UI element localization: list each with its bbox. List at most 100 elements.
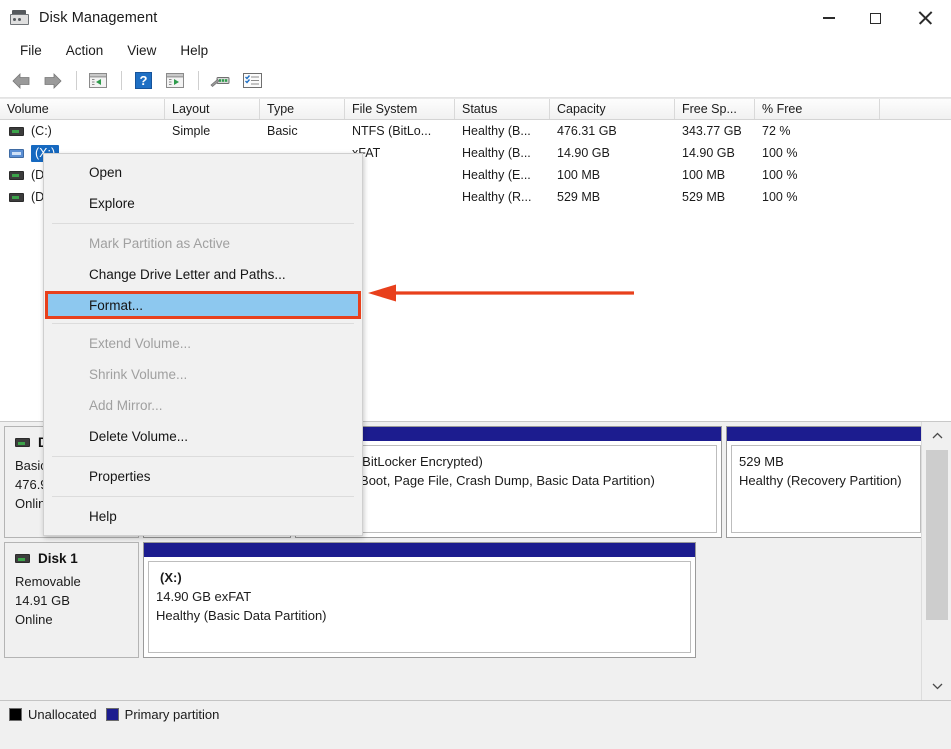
scroll-down-icon[interactable] (922, 672, 951, 700)
scrollbar-thumb[interactable] (926, 450, 948, 620)
cell-status: Healthy (R... (462, 190, 532, 204)
vertical-scrollbar[interactable] (921, 422, 951, 700)
context-menu-item-mark-partition-as-active: Mark Partition as Active (89, 236, 231, 251)
status-bar (0, 727, 951, 749)
legend-swatch-primary-partition (105, 707, 119, 721)
context-menu-item-extend-volume: Extend Volume... (89, 336, 192, 351)
maximize-button[interactable] (852, 0, 899, 36)
disk-title-row: Disk 1 (15, 551, 138, 566)
cell-status: Healthy (B... (462, 124, 531, 138)
cell-free-space: 343.77 GB (682, 124, 742, 138)
column-header-volume[interactable]: Volume (0, 99, 165, 119)
disk-icon (15, 554, 30, 563)
context-menu-item-add-mirror: Add Mirror... (89, 398, 163, 413)
menu-bar: File Action View Help (0, 36, 951, 64)
menu-view[interactable]: View (115, 40, 168, 61)
partition-size: 14.90 GB exFAT (156, 589, 252, 604)
column-header-percent-free[interactable]: % Free (755, 99, 880, 119)
disk-status: Online (15, 612, 53, 627)
cell-type: Basic (267, 124, 298, 138)
scroll-up-icon[interactable] (922, 422, 951, 450)
partition-block[interactable]: (X:) 14.90 GB exFAT Healthy (Basic Data … (143, 542, 696, 658)
column-header-blank[interactable] (880, 99, 951, 119)
column-header-file-system[interactable]: File System (345, 99, 455, 119)
partition-block[interactable]: 529 MB Healthy (Recovery Partition) (726, 426, 926, 538)
context-menu-item-format[interactable]: Format... (45, 291, 361, 319)
cell-file-system: NTFS (BitLo... (352, 124, 432, 138)
back-icon[interactable] (6, 67, 36, 95)
disk-type: Removable (15, 574, 81, 589)
partition-title: (X:) (160, 570, 182, 585)
cell-percent-free: 100 % (762, 190, 798, 204)
cell-capacity: 14.90 GB (557, 146, 610, 160)
show-hide-action-pane-icon[interactable] (160, 67, 190, 95)
context-menu-item-properties[interactable]: Properties (44, 461, 362, 492)
minimize-button[interactable] (805, 0, 852, 36)
title-bar: Disk Management (0, 0, 951, 36)
rescan-disks-icon[interactable] (205, 67, 235, 95)
disk-partitions: (X:) 14.90 GB exFAT Healthy (Basic Data … (139, 542, 921, 658)
menu-help[interactable]: Help (168, 40, 220, 61)
partition-size: 529 MB (739, 454, 784, 469)
column-header-layout[interactable]: Layout (165, 99, 260, 119)
partition-size: B NTFS (BitLocker Encrypted) (308, 454, 483, 469)
legend-item-primary-partition: Primary partition (105, 707, 219, 722)
svg-text:?: ? (139, 73, 147, 88)
legend-swatch-unallocated (9, 707, 22, 721)
context-menu-item-open[interactable]: Open (44, 157, 362, 188)
legend: Unallocated Primary partition (0, 700, 951, 727)
cell-volume: (C:) (0, 124, 165, 138)
context-menu: Open Explore Mark Partition as Active Ch… (43, 153, 363, 536)
window-controls (805, 0, 951, 36)
cell-percent-free: 100 % (762, 146, 798, 160)
show-hide-console-tree-icon[interactable] (83, 67, 113, 95)
context-menu-separator (52, 496, 354, 497)
disk-management-window: Disk Management File Action View Help ? … (0, 0, 951, 749)
cell-status: Healthy (B... (462, 146, 531, 160)
cell-status: Healthy (E... (462, 168, 531, 182)
close-button[interactable] (899, 0, 951, 36)
legend-label-unallocated: Unallocated (28, 706, 97, 722)
context-menu-item-delete-volume[interactable]: Delete Volume... (44, 421, 362, 452)
cell-free-space: 100 MB (682, 168, 726, 182)
window-title: Disk Management (39, 10, 158, 26)
disk-info-panel[interactable]: Disk 1 Removable 14.91 GB Online (4, 542, 139, 658)
toolbar: ? (0, 64, 951, 98)
disk-management-icon (9, 8, 31, 28)
partition-health: Healthy (Basic Data Partition) (156, 608, 327, 623)
help-icon[interactable]: ? (128, 67, 158, 95)
table-row[interactable]: (C:) Simple Basic NTFS (BitLo... Healthy… (0, 120, 951, 142)
fixed-drive-icon (9, 192, 24, 202)
column-header-free-space[interactable]: Free Sp... (675, 99, 755, 119)
partition-health: Healthy (Boot, Page File, Crash Dump, Ba… (308, 473, 655, 488)
disk-block: Disk 1 Removable 14.91 GB Online (X:) 14… (4, 542, 921, 658)
disk-icon (15, 438, 30, 447)
context-menu-item-help[interactable]: Help (44, 501, 362, 532)
removable-drive-icon (9, 148, 24, 158)
cell-capacity: 529 MB (557, 190, 601, 204)
column-header-status[interactable]: Status (455, 99, 550, 119)
column-header-type[interactable]: Type (260, 99, 345, 119)
disk-name: Disk 1 (38, 551, 78, 566)
cell-free-space: 14.90 GB (682, 146, 735, 160)
cell-percent-free: 100 % (762, 168, 798, 182)
column-header-capacity[interactable]: Capacity (550, 99, 675, 119)
context-menu-item-explore[interactable]: Explore (44, 188, 362, 219)
toolbar-separator (76, 71, 77, 90)
fixed-drive-icon (9, 126, 24, 136)
cell-percent-free: 72 % (762, 124, 791, 138)
partition-details: 529 MB Healthy (Recovery Partition) (731, 445, 921, 533)
fixed-drive-icon (9, 170, 24, 180)
partition-details: (X:) 14.90 GB exFAT Healthy (Basic Data … (148, 561, 691, 653)
menu-action[interactable]: Action (54, 40, 116, 61)
menu-file[interactable]: File (8, 40, 54, 61)
toolbar-separator (121, 71, 122, 90)
context-menu-item-change-drive-letter-and-paths[interactable]: Change Drive Letter and Paths... (44, 259, 362, 290)
partition-color-bar (727, 427, 925, 441)
scrollbar-track[interactable] (922, 450, 951, 672)
forward-icon[interactable] (38, 67, 68, 95)
volume-table-header: Volume Layout Type File System Status Ca… (0, 98, 951, 120)
cell-free-space: 529 MB (682, 190, 726, 204)
context-menu-separator (52, 456, 354, 457)
properties-icon[interactable] (237, 67, 267, 95)
